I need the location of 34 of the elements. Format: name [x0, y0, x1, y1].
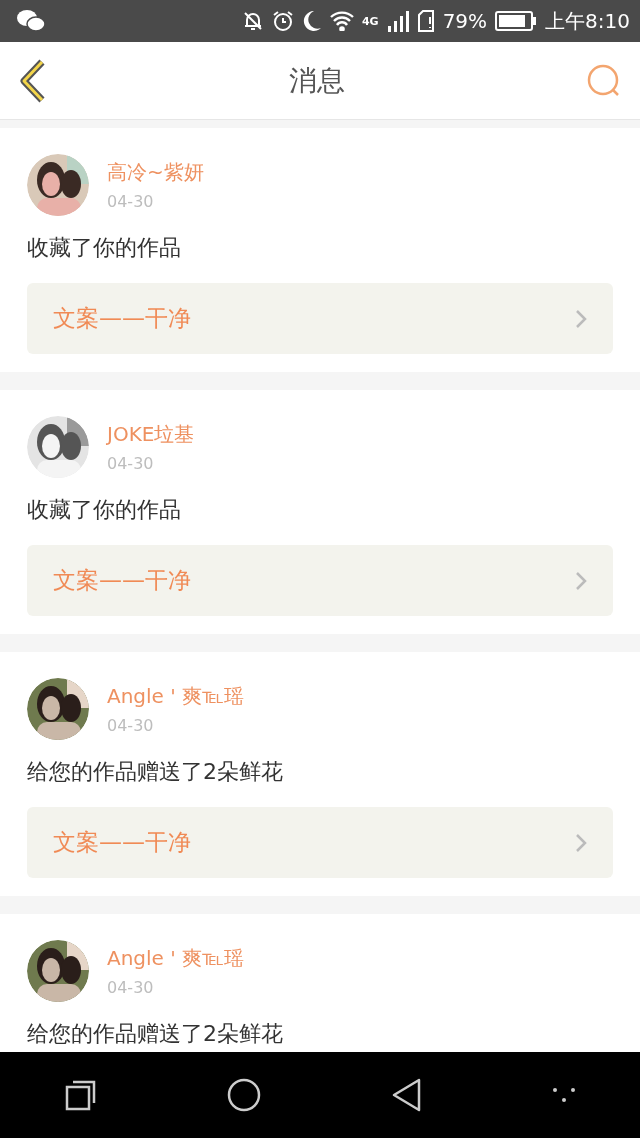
home-circle-icon[interactable]	[225, 1077, 262, 1113]
message-date: 04-30	[107, 978, 155, 997]
message-text: 给您的作品赠送了2朵鲜花	[27, 1020, 284, 1048]
chevron-right-icon	[575, 308, 587, 329]
alarm-clock-icon	[271, 10, 294, 32]
message-text: 给您的作品赠送了2朵鲜花	[27, 758, 284, 786]
work-link[interactable]: 文案——干净	[27, 545, 613, 616]
recent-apps-icon[interactable]	[64, 1079, 97, 1111]
moon-icon	[301, 10, 322, 32]
clock-time: 上午8:10	[545, 7, 630, 35]
user-name[interactable]: JOKE垃基	[107, 421, 195, 448]
message-date: 04-30	[107, 716, 155, 735]
work-link[interactable]: 文案——干净	[27, 807, 613, 878]
user-name[interactable]: Angle ' 爽℡瑶	[107, 945, 244, 972]
network-type: 4G	[361, 14, 379, 28]
battery-icon	[495, 11, 538, 31]
wifi-icon	[329, 11, 354, 31]
signal-icon	[386, 10, 409, 32]
chevron-right-icon	[575, 570, 587, 591]
message-text: 收藏了你的作品	[27, 234, 182, 262]
sim-card-icon	[416, 9, 435, 33]
bell-off-icon	[241, 10, 264, 32]
chevron-right-icon	[575, 832, 587, 853]
back-triangle-icon[interactable]	[390, 1078, 423, 1112]
work-link[interactable]: 文案——干净	[27, 283, 613, 354]
user-name[interactable]: Angle ' 爽℡瑶	[107, 683, 244, 710]
chat-bubbles-icon	[16, 9, 46, 33]
user-name[interactable]: 高冷~紫妍	[107, 159, 204, 186]
message-date: 04-30	[107, 454, 155, 473]
dots-icon[interactable]	[551, 1087, 576, 1103]
message-date: 04-30	[107, 192, 155, 211]
page-title: 消息	[289, 62, 345, 99]
message-text: 收藏了你的作品	[27, 496, 182, 524]
battery-percent: 79%	[442, 9, 488, 33]
